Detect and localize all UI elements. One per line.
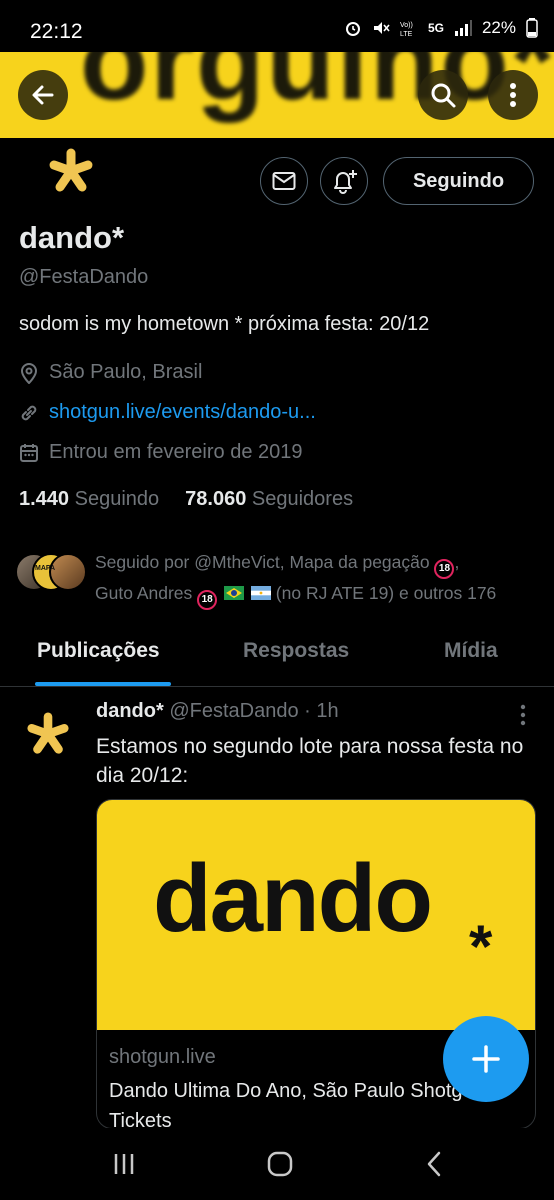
message-button[interactable] (260, 157, 308, 205)
chevron-left-icon (427, 1151, 441, 1177)
active-tab-indicator (35, 682, 171, 686)
joined-row: Entrou em fevereiro de 2019 (19, 441, 303, 464)
volte-icon: Vo)) LTE (400, 22, 413, 37)
follow-counts: 1.440 Seguindo 78.060 Seguidores (19, 488, 353, 511)
status-bar: 22:12 Vo)) LTE 5G 22% (0, 0, 554, 52)
banner-text: orgulho* (80, 52, 554, 123)
location-row: São Paulo, Brasil (19, 361, 202, 384)
followed-by-text[interactable]: Seguido por @MtheVict, Mapa da pegação 1… (95, 548, 540, 610)
website-row[interactable]: shotgun.live/events/dando-u... (19, 401, 316, 424)
followed-avatar-3 (49, 553, 87, 591)
card-logo-asterisk: * (469, 913, 493, 980)
calendar-icon (20, 443, 38, 462)
envelope-icon (272, 172, 296, 190)
recents-icon (114, 1154, 134, 1174)
following-count-link[interactable]: 1.440 Seguindo (19, 488, 159, 511)
post-text: Estamos no segundo lote para nossa festa… (96, 735, 524, 787)
card-image: dando * (97, 800, 535, 1030)
back-button[interactable] (18, 70, 68, 120)
system-back-button[interactable] (414, 1148, 454, 1180)
compose-button[interactable] (443, 1016, 529, 1102)
followers-count-link[interactable]: 78.060 Seguidores (185, 488, 353, 511)
alarm-icon (345, 22, 360, 36)
joined-text: Entrou em fevereiro de 2019 (49, 441, 303, 463)
profile-handle: @FestaDando (19, 266, 149, 288)
followed-by-avatars[interactable]: MAPA (15, 553, 91, 593)
recents-button[interactable] (104, 1148, 144, 1180)
following-count: 1.440 (19, 488, 70, 510)
following-button[interactable]: Seguindo (383, 157, 534, 205)
followed-by-line1: Seguido por @MtheVict, Mapa da pegação (95, 552, 430, 572)
mute-icon (373, 22, 390, 34)
following-label: Seguindo (74, 488, 160, 510)
post-author-handle[interactable]: @FestaDando (169, 700, 298, 722)
tab-posts[interactable]: Publicações (37, 639, 160, 663)
post-time: · 1h (304, 700, 339, 722)
network-label: 5G (427, 21, 444, 35)
no-under-18-icon: 18 (434, 559, 455, 579)
battery-icon (526, 18, 538, 38)
location-pin-icon (20, 362, 38, 384)
svg-text:Vo)): Vo)) (400, 22, 413, 29)
more-vertical-icon (510, 83, 516, 107)
signal-icon (454, 20, 472, 36)
post-avatar-asterisk[interactable] (26, 712, 70, 756)
brazil-flag-icon (224, 586, 245, 600)
search-button[interactable] (418, 70, 468, 120)
followed-by-line2-a: Guto Andres (95, 583, 193, 603)
no-under-18-icon: 18 (197, 590, 218, 610)
status-time: 22:12 (30, 20, 83, 43)
argentina-flag-icon (250, 586, 271, 600)
battery-percent: 22% (481, 18, 516, 37)
location-text: São Paulo, Brasil (49, 361, 203, 383)
link-icon (21, 405, 37, 420)
arrow-left-icon (32, 85, 54, 105)
profile-avatar-asterisk[interactable] (48, 148, 94, 194)
plus-icon (472, 1045, 500, 1073)
notifications-button[interactable] (320, 157, 368, 205)
tab-media[interactable]: Mídia (444, 639, 498, 663)
home-icon (267, 1151, 293, 1177)
display-name: dando* (19, 220, 125, 255)
profile-banner: orgulho* (0, 52, 554, 138)
search-icon (431, 83, 456, 108)
status-icons: Vo)) LTE 5G 22% (344, 18, 538, 38)
profile-bio: sodom is my hometown * próxima festa: 20… (19, 313, 430, 335)
post-more-icon[interactable] (520, 704, 526, 726)
followed-avatar-badge: MAPA (35, 565, 56, 572)
home-button[interactable] (260, 1148, 300, 1180)
followers-count: 78.060 (185, 488, 247, 510)
svg-text:LTE: LTE (400, 31, 413, 37)
tab-replies[interactable]: Respostas (243, 639, 349, 663)
bell-plus-icon (334, 170, 357, 194)
post-author-name[interactable]: dando* (96, 700, 164, 722)
more-options-button[interactable] (488, 70, 538, 120)
card-logo-text: dando (153, 845, 433, 952)
followed-by-line2-b: (no RJ ATE 19) e outros 176 (275, 583, 497, 603)
website-link[interactable]: shotgun.live/events/dando-u... (49, 401, 316, 424)
post-header: dando* @FestaDando · 1h (96, 700, 339, 723)
system-nav-bar (0, 1128, 554, 1200)
card-domain: shotgun.live (109, 1046, 216, 1068)
profile-tabs: Publicações Respostas Mídia (0, 625, 554, 687)
followers-label: Seguidores (251, 488, 354, 510)
